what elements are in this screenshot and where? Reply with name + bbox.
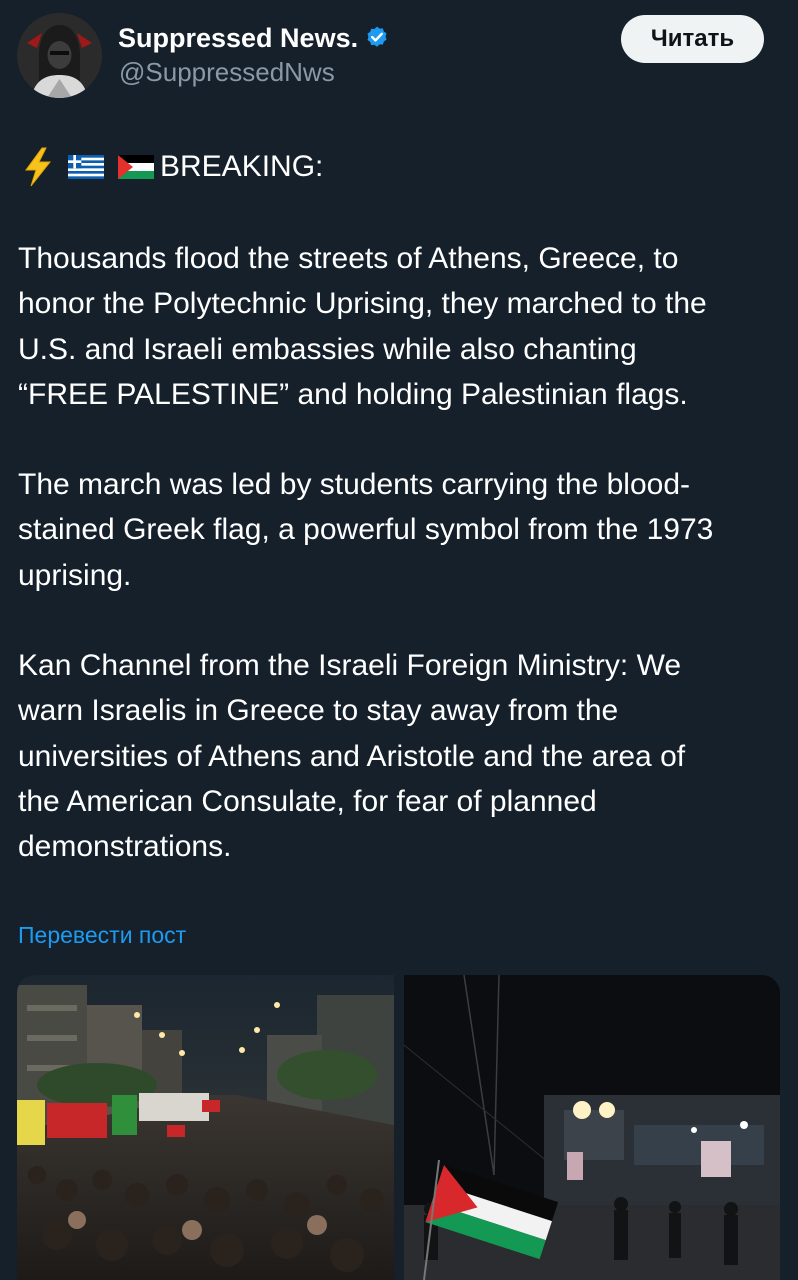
media-photo-march[interactable] <box>17 975 394 1280</box>
author-name-row[interactable]: Suppressed News. <box>118 20 390 56</box>
greece-flag-icon <box>68 155 104 179</box>
display-name[interactable]: Suppressed News. <box>118 23 358 54</box>
palestine-flag-icon <box>118 155 154 179</box>
tweet-paragraph-3: Kan Channel from the Israeli Foreign Min… <box>18 649 686 864</box>
hooded-figure-avatar-icon <box>17 13 102 98</box>
media-photo-night-flag[interactable] <box>404 975 780 1280</box>
tweet-paragraph-2: The march was led by students carrying t… <box>18 468 714 592</box>
verified-badge-icon[interactable] <box>364 25 390 51</box>
tweet-paragraph-1: Thousands flood the streets of Athens, G… <box>18 242 707 411</box>
breaking-line: BREAKING: <box>22 145 323 189</box>
translate-post-link[interactable]: Перевести пост <box>18 922 186 949</box>
profile-avatar[interactable] <box>17 13 102 98</box>
follow-button[interactable]: Читать <box>621 15 764 63</box>
user-handle[interactable]: @SuppressedNws <box>119 57 335 88</box>
breaking-label: BREAKING: <box>160 150 324 183</box>
lightning-icon <box>22 147 54 187</box>
